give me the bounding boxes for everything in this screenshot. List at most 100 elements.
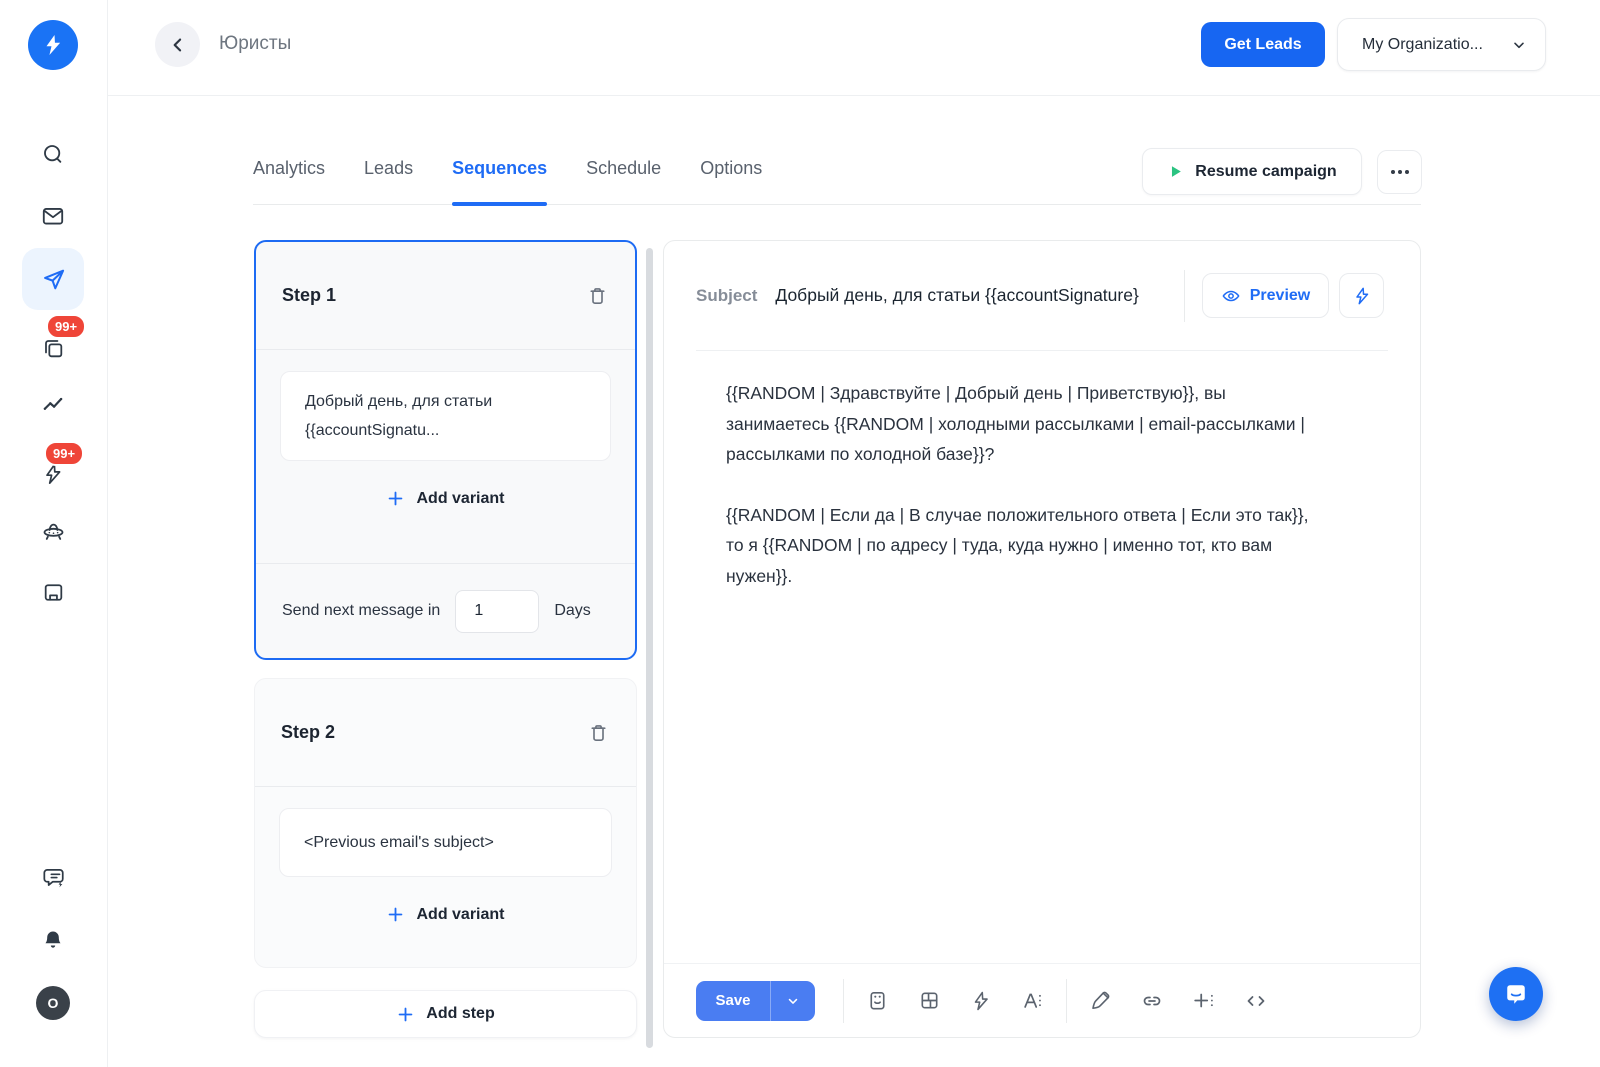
step-1-body: Добрый день, для статьи {{accountSignatu…	[256, 350, 635, 509]
play-icon	[1167, 163, 1184, 180]
tab-schedule[interactable]: Schedule	[586, 145, 661, 204]
link-icon	[1140, 989, 1164, 1013]
toolbar-divider	[843, 979, 844, 1023]
step-2-header: Step 2	[255, 679, 636, 787]
code-icon	[1244, 989, 1268, 1013]
step-1-delay-row: Send next message in Days	[256, 563, 635, 658]
chevron-down-icon	[786, 994, 800, 1008]
step-card-2[interactable]: Step 2 <Previous email's subject> Add va…	[254, 678, 637, 968]
add-variant-label: Add variant	[416, 490, 504, 508]
back-icon	[168, 35, 188, 55]
sidebar-item-search[interactable]	[31, 132, 75, 176]
get-leads-button[interactable]: Get Leads	[1201, 22, 1325, 67]
automation-count-badge: 99+	[44, 441, 84, 466]
dynamic-content-button[interactable]	[955, 979, 1007, 1023]
step-1-header: Step 1	[256, 242, 635, 350]
sidebar-item-mail[interactable]	[31, 194, 75, 238]
tab-sequences[interactable]: Sequences	[452, 145, 547, 204]
trash-icon	[587, 721, 610, 744]
text-style-icon	[1020, 989, 1046, 1012]
sidebar-item-extension[interactable]	[31, 508, 75, 552]
step-1-title: Step 1	[282, 285, 336, 306]
analytics-icon	[40, 392, 66, 418]
save-split-button: Save	[696, 981, 815, 1021]
step-2-variant[interactable]: <Previous email's subject>	[279, 808, 612, 877]
emoji-button[interactable]	[851, 979, 903, 1023]
email-body-editor[interactable]: {{RANDOM | Здравствуйте | Добрый день | …	[664, 351, 1420, 591]
plus-icon	[386, 489, 405, 508]
layout-button[interactable]	[903, 979, 955, 1023]
steps-scrollbar[interactable]	[646, 248, 653, 1048]
save-options-button[interactable]	[770, 981, 815, 1021]
step-1-delete-button[interactable]	[586, 284, 609, 307]
send-next-label: Send next message in	[282, 602, 440, 620]
tab-options[interactable]: Options	[700, 145, 762, 204]
toolbar-divider	[1066, 979, 1067, 1023]
resume-campaign-button[interactable]: Resume campaign	[1142, 148, 1362, 195]
preview-label: Preview	[1250, 287, 1310, 305]
sidebar: 99+ 99+ O	[0, 0, 108, 1067]
inbox-icon	[41, 580, 66, 605]
campaigns-send-icon	[40, 266, 67, 293]
step-2-add-variant-button[interactable]: Add variant	[380, 904, 510, 925]
tab-leads[interactable]: Leads	[364, 145, 413, 204]
search-icon	[40, 141, 66, 167]
step-1-variant[interactable]: Добрый день, для статьи {{accountSignatu…	[280, 371, 611, 461]
eye-icon	[1221, 286, 1241, 306]
plus-icon	[386, 905, 405, 924]
sidebar-item-chat[interactable]	[31, 856, 75, 900]
sidebar-item-notifications[interactable]	[31, 918, 75, 962]
format-brush-button[interactable]	[1074, 979, 1126, 1023]
step-2-title: Step 2	[281, 722, 335, 743]
ufo-icon	[40, 517, 67, 544]
insert-icon	[1191, 989, 1217, 1012]
organization-dropdown[interactable]: My Organizatio...	[1337, 18, 1546, 71]
save-button[interactable]: Save	[696, 981, 770, 1021]
bolt-icon	[1352, 286, 1372, 306]
email-paragraph: {{RANDOM | Если да | В случае положитель…	[726, 500, 1320, 592]
sidebar-item-inbox[interactable]	[31, 570, 75, 614]
email-paragraph: {{RANDOM | Здравствуйте | Добрый день | …	[726, 378, 1320, 470]
user-avatar[interactable]: O	[36, 986, 70, 1020]
copy-icon	[41, 336, 66, 361]
add-step-button[interactable]: Add step	[254, 990, 637, 1038]
organization-label: My Organizatio...	[1362, 36, 1483, 54]
format-brush-icon	[1089, 989, 1112, 1012]
support-chat-button[interactable]	[1489, 967, 1543, 1021]
delay-days-input[interactable]	[455, 590, 539, 633]
avatar-initial: O	[48, 995, 59, 1011]
trash-icon	[586, 284, 609, 307]
chat-bolt-icon	[40, 865, 66, 891]
link-button[interactable]	[1126, 979, 1178, 1023]
sidebar-item-analytics[interactable]	[31, 383, 75, 427]
delay-unit-label: Days	[554, 602, 590, 620]
text-style-button[interactable]	[1007, 979, 1059, 1023]
subject-input[interactable]: Добрый день, для статьи {{accountSignatu…	[775, 285, 1184, 306]
logo-bolt-icon	[40, 32, 66, 58]
chevron-down-icon	[1511, 37, 1527, 53]
step-card-1[interactable]: Step 1 Добрый день, для статьи {{account…	[254, 240, 637, 660]
ai-bolt-button[interactable]	[1339, 273, 1384, 318]
resume-campaign-label: Resume campaign	[1195, 163, 1336, 181]
emoji-calendar-icon	[866, 989, 889, 1012]
app-logo[interactable]	[28, 20, 78, 70]
sidebar-item-campaigns[interactable]	[22, 248, 84, 310]
insert-button[interactable]	[1178, 979, 1230, 1023]
chat-widget-icon	[1502, 980, 1530, 1008]
lists-count-badge: 99+	[46, 314, 86, 339]
back-button[interactable]	[155, 22, 200, 67]
mail-icon	[40, 203, 66, 229]
more-options-button[interactable]	[1377, 150, 1422, 194]
step-1-add-variant-button[interactable]: Add variant	[380, 488, 510, 509]
code-button[interactable]	[1230, 979, 1282, 1023]
subject-row: Subject Добрый день, для статьи {{accoun…	[664, 241, 1420, 350]
plus-icon	[396, 1005, 415, 1024]
subject-label: Subject	[696, 286, 757, 306]
editor-toolbar: Save	[664, 963, 1420, 1037]
step-2-delete-button[interactable]	[587, 721, 610, 744]
subject-divider	[1184, 270, 1185, 322]
preview-button[interactable]: Preview	[1202, 273, 1329, 318]
step-2-body: <Previous email's subject> Add variant	[255, 787, 636, 925]
add-variant-label: Add variant	[416, 906, 504, 924]
tab-analytics[interactable]: Analytics	[253, 145, 325, 204]
